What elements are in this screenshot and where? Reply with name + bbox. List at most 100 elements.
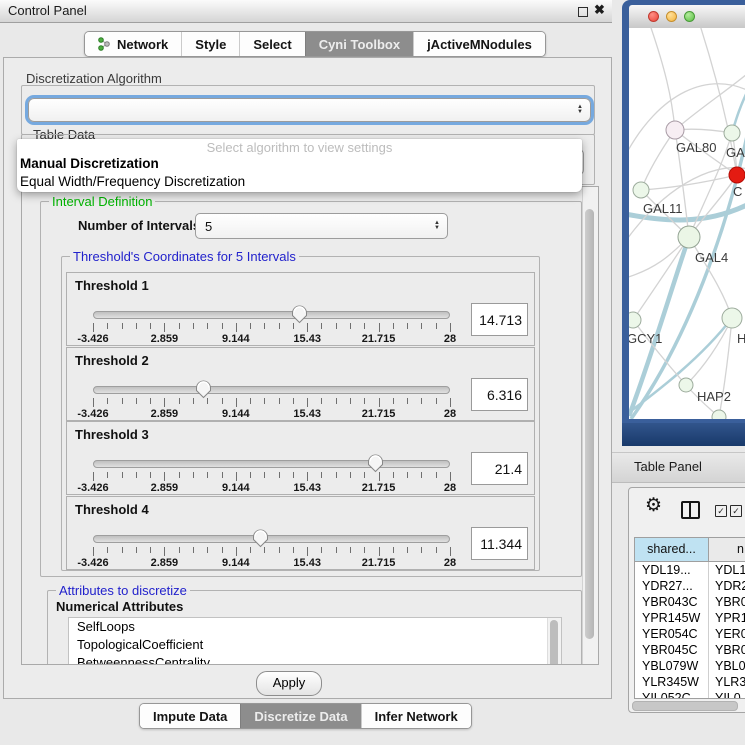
settings-scrollbar-thumb[interactable] — [585, 209, 594, 639]
tab-discretize-data[interactable]: Discretize Data — [240, 704, 360, 728]
table-row[interactable]: YBL079WYBL0 — [635, 658, 745, 674]
algorithm-combobox[interactable]: ▲▼ — [28, 98, 591, 122]
table-row[interactable]: YLR345WYLR3 — [635, 674, 745, 690]
threshold-3-slider-handle[interactable] — [367, 454, 384, 473]
network-node-gal80[interactable] — [666, 121, 684, 139]
cell-shared-name[interactable]: YLR345W — [635, 674, 709, 690]
cell-name[interactable]: YPR1 — [709, 610, 745, 626]
cell-shared-name[interactable]: YIL052C — [635, 690, 709, 699]
attributes-list-scrollbar[interactable] — [547, 618, 561, 665]
table-horizontal-scrollbar[interactable] — [632, 701, 745, 710]
minimize-traffic-light-icon[interactable] — [666, 11, 677, 22]
zoom-traffic-light-icon[interactable] — [684, 11, 695, 22]
threshold-3-value-field[interactable]: 21.4 — [471, 452, 528, 485]
network-edge[interactable] — [641, 130, 675, 190]
tab-style[interactable]: Style — [181, 32, 239, 56]
checkbox-icon[interactable]: ✓ — [730, 505, 742, 517]
threshold-2-slider[interactable]: -3.4262.8599.14415.4321.71528 — [93, 386, 450, 420]
table-row[interactable]: YDR27...YDR2 — [635, 578, 745, 594]
numerical-attributes-list[interactable]: SelfLoopsTopologicalCoefficientBetweenne… — [68, 617, 562, 665]
cell-shared-name[interactable]: YDL19... — [635, 562, 709, 578]
cell-name[interactable]: YBL0 — [709, 658, 745, 674]
network-node-gcy1[interactable] — [629, 312, 641, 328]
table-row[interactable]: YBR045CYBR0 — [635, 642, 745, 658]
network-graph[interactable]: GAL80GACGAL11GAL4GCY1HHAP2 — [629, 28, 745, 419]
thresholds-group: Threshold's Coordinates for 5 Intervals … — [61, 256, 540, 571]
cell-shared-name[interactable]: YER054C — [635, 626, 709, 642]
slider-track[interactable] — [93, 535, 450, 543]
attributes-scrollbar-thumb[interactable] — [550, 620, 558, 665]
network-node-h[interactable] — [722, 308, 742, 328]
cell-shared-name[interactable]: YBR045C — [635, 642, 709, 658]
table-row[interactable]: YDL19...YDL1 — [635, 562, 745, 578]
network-edge[interactable] — [649, 28, 675, 130]
tab-impute-data[interactable]: Impute Data — [140, 704, 240, 728]
slider-track[interactable] — [93, 460, 450, 468]
tab-network[interactable]: Network — [85, 32, 181, 56]
close-icon[interactable]: ✖ — [594, 2, 605, 18]
table-row[interactable]: YBR043CYBR0 — [635, 594, 745, 610]
threshold-4-slider[interactable]: -3.4262.8599.14415.4321.71528 — [93, 535, 450, 569]
settings-vertical-scrollbar[interactable] — [582, 187, 598, 664]
threshold-4-value-field[interactable]: 11.344 — [471, 527, 528, 560]
column-header-name[interactable]: n — [709, 538, 745, 561]
network-node-gal4[interactable] — [678, 226, 700, 248]
cell-name[interactable]: YDL1 — [709, 562, 745, 578]
cell-name[interactable]: YLR3 — [709, 674, 745, 690]
network-node[interactable] — [712, 410, 726, 419]
network-node-gal11[interactable] — [633, 182, 649, 198]
cell-shared-name[interactable]: YPR145W — [635, 610, 709, 626]
cell-name[interactable]: YBR0 — [709, 642, 745, 658]
network-edge[interactable] — [633, 237, 689, 320]
columns-icon[interactable] — [681, 501, 700, 519]
cell-shared-name[interactable]: YBL079W — [635, 658, 709, 674]
cell-name[interactable]: YER0 — [709, 626, 745, 642]
threshold-4-slider-handle[interactable] — [252, 529, 269, 548]
tab-select[interactable]: Select — [239, 32, 304, 56]
threshold-2-value-field[interactable]: 6.316 — [471, 378, 528, 411]
table-row[interactable]: YPR145WYPR1 — [635, 610, 745, 626]
network-edge[interactable] — [641, 175, 737, 190]
number-of-intervals-combobox[interactable]: 5 ▲▼ — [195, 213, 448, 239]
tab-jactivemnodules[interactable]: jActiveMNodules — [413, 32, 545, 56]
checkbox-icon[interactable]: ✓ — [715, 505, 727, 517]
table-row[interactable]: YER054CYER0 — [635, 626, 745, 642]
table-hscrollbar-thumb[interactable] — [632, 701, 738, 711]
column-header-shared-name[interactable]: shared... — [635, 538, 709, 561]
apply-button[interactable]: Apply — [256, 671, 322, 696]
network-edge-highlighted[interactable] — [631, 136, 745, 419]
attribute-item-topologicalcoefficient[interactable]: TopologicalCoefficient — [69, 636, 561, 654]
node-label-gcy1: GCY1 — [629, 331, 662, 346]
popup-option-equal-width-frequency-discretization[interactable]: Equal Width/Frequency Discretization — [17, 173, 582, 191]
network-node-c[interactable] — [729, 167, 745, 183]
cell-name[interactable]: YBR0 — [709, 594, 745, 610]
threshold-2-slider-handle[interactable] — [195, 380, 212, 399]
threshold-3-slider[interactable]: -3.4262.8599.14415.4321.71528 — [93, 460, 450, 494]
threshold-1-slider-handle[interactable] — [291, 305, 308, 324]
number-of-intervals-label: Number of Intervals — [78, 218, 200, 233]
cell-name[interactable]: YDR2 — [709, 578, 745, 594]
close-traffic-light-icon[interactable] — [648, 11, 659, 22]
network-node-ga[interactable] — [724, 125, 740, 141]
tab-infer-network[interactable]: Infer Network — [361, 704, 471, 728]
attribute-item-betweennesscentrality[interactable]: BetweennessCentrality — [69, 654, 561, 665]
attributes-group: Attributes to discretize Numerical Attri… — [47, 590, 582, 665]
network-node-hap2[interactable] — [679, 378, 693, 392]
slider-track[interactable] — [93, 311, 450, 319]
node-label-hap2: HAP2 — [697, 389, 731, 404]
attribute-item-selfloops[interactable]: SelfLoops — [69, 618, 561, 636]
tab-label: Cyni Toolbox — [319, 37, 400, 52]
tab-cyni-toolbox[interactable]: Cyni Toolbox — [305, 32, 413, 56]
slider-track[interactable] — [93, 386, 450, 394]
cell-name[interactable]: YIL0 — [709, 690, 745, 699]
network-canvas[interactable]: GAL80GACGAL11GAL4GCY1HHAP2 — [629, 28, 745, 419]
cell-shared-name[interactable]: YDR27... — [635, 578, 709, 594]
table-row[interactable]: YIL052CYIL0 — [635, 690, 745, 699]
threshold-1-slider[interactable]: -3.4262.8599.14415.4321.71528 — [93, 311, 450, 345]
cell-shared-name[interactable]: YBR043C — [635, 594, 709, 610]
float-window-icon[interactable] — [578, 7, 588, 17]
popup-option-manual-discretization[interactable]: Manual Discretization — [17, 155, 582, 173]
gear-icon[interactable]: ⚙ — [645, 496, 662, 515]
threshold-1-value-field[interactable]: 14.713 — [471, 303, 528, 336]
threshold-2-label: Threshold 2 — [75, 353, 149, 368]
